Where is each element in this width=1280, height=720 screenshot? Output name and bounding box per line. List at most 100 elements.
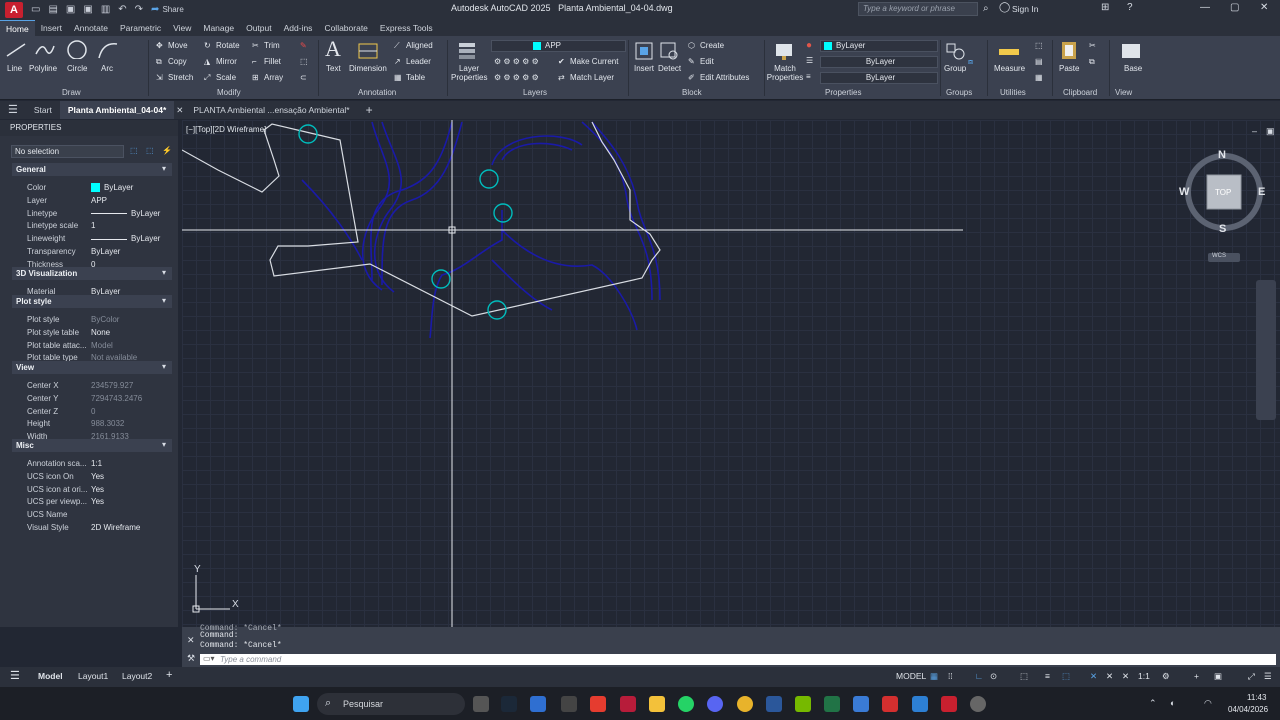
block-panel-title[interactable]: Block	[682, 88, 702, 97]
menu-icon[interactable]: ☰	[0, 101, 26, 119]
edit-attributes-button[interactable]: ✐ Edit Attributes	[688, 73, 749, 82]
layer-tools-row2[interactable]: ⚙ ⚙ ⚙ ⚙ ⚙	[494, 73, 539, 82]
customize-status-icon[interactable]: ☰	[1264, 671, 1272, 682]
property-value[interactable]: 2D Wireframe	[91, 521, 140, 534]
property-row[interactable]: Annotation sca... 1:1	[12, 457, 172, 470]
layer-dropdown[interactable]: APP	[491, 40, 626, 52]
tab-add-ins[interactable]: Add-ins	[278, 20, 319, 36]
app-blue2-icon[interactable]	[912, 696, 928, 712]
viewcube-west[interactable]: W	[1179, 186, 1189, 198]
wcs-menu[interactable]: WCS	[1212, 253, 1226, 259]
trim-button[interactable]: ✂ Trim	[252, 41, 280, 50]
erase-icon[interactable]: ✎	[300, 41, 307, 50]
clock-date[interactable]: 04/04/2026	[1228, 705, 1268, 714]
scale-button[interactable]: ⤢ Scale	[204, 73, 236, 82]
lineweight-toggle-icon[interactable]: ≡	[1045, 671, 1050, 681]
copilot-icon[interactable]	[530, 696, 546, 712]
viewcube-south[interactable]: S	[1219, 223, 1226, 235]
property-value-wrap[interactable]: ByLayer	[91, 181, 133, 194]
fillet-button[interactable]: ⌐ Fillet	[252, 57, 281, 66]
section-viz[interactable]: 3D Visualization	[12, 267, 172, 280]
selection-cycling-icon[interactable]: ⬚	[1062, 671, 1070, 682]
section-general[interactable]: General	[12, 163, 172, 176]
model-tab[interactable]: Model	[38, 671, 63, 681]
tab-home[interactable]: Home	[0, 20, 35, 36]
layout-menu-icon[interactable]: ☰	[10, 669, 20, 682]
tab-annotate[interactable]: Annotate	[68, 20, 114, 36]
tab-express-tools[interactable]: Express Tools	[374, 20, 439, 36]
share-button[interactable]: Share	[162, 5, 183, 14]
app-blue-icon[interactable]	[853, 696, 869, 712]
rotate-button[interactable]: ↻ Rotate	[204, 41, 240, 50]
group-button[interactable]: Group	[944, 64, 966, 73]
layer-tools-row1[interactable]: ⚙ ⚙ ⚙ ⚙ ⚙	[494, 57, 539, 66]
explode-icon[interactable]: ⬚	[300, 57, 308, 66]
property-value[interactable]: ByColor	[91, 313, 119, 326]
close-tab-icon[interactable]: ✕	[174, 101, 185, 119]
insert-button[interactable]: Insert	[634, 64, 654, 73]
wifi-icon[interactable]: ◠	[1204, 698, 1212, 709]
property-value[interactable]: ByLayer	[91, 245, 120, 258]
detect-button[interactable]: Detect	[658, 64, 681, 73]
maximize-icon[interactable]: ▢	[1230, 2, 1239, 13]
calculator-icon[interactable]: ▤	[1035, 57, 1043, 66]
model-space-button[interactable]: MODEL	[896, 671, 926, 681]
snap-icon[interactable]: ⁞⁞	[948, 671, 953, 681]
modify-panel-title[interactable]: Modify	[217, 88, 241, 97]
add-layout-icon[interactable]: +	[166, 669, 172, 681]
excel-icon[interactable]	[824, 696, 840, 712]
ungroup-icon[interactable]: ⧈	[968, 57, 973, 67]
windows-start-icon[interactable]	[293, 696, 309, 712]
plus-icon[interactable]: +	[1194, 671, 1199, 681]
collapse-plot-icon[interactable]: ▾	[162, 296, 166, 305]
property-value-wrap[interactable]: ByLayer	[91, 232, 160, 245]
edit-block-button[interactable]: ✎ Edit	[688, 57, 714, 66]
file-explorer-icon[interactable]	[649, 696, 665, 712]
task-view-icon[interactable]	[473, 696, 489, 712]
annotation-autoscale-icon[interactable]: ✕	[1106, 671, 1113, 682]
property-row[interactable]: UCS per viewp... Yes	[12, 495, 172, 508]
property-value[interactable]: Yes	[91, 495, 104, 508]
viewcube-east[interactable]: E	[1258, 186, 1265, 198]
id-point-icon[interactable]: ▦	[1035, 73, 1043, 82]
app-gray-icon[interactable]	[970, 696, 986, 712]
polyline-button[interactable]: Polyline	[29, 64, 57, 73]
layers-panel-title[interactable]: Layers	[523, 88, 547, 97]
layout2-tab[interactable]: Layout2	[122, 671, 152, 681]
property-value[interactable]: APP	[91, 194, 107, 207]
measure-button[interactable]: Measure	[994, 64, 1025, 73]
property-row[interactable]: Transparency ByLayer	[12, 245, 172, 258]
cart-icon[interactable]: ⊞	[1101, 2, 1109, 13]
stretch-button[interactable]: ⇲ Stretch	[156, 73, 193, 82]
view-panel-title[interactable]: View	[1115, 88, 1132, 97]
make-current-button[interactable]: ✔ Make Current	[558, 57, 618, 66]
color-dropdown[interactable]: ByLayer	[820, 40, 938, 52]
property-row[interactable]: Plot style ByColor	[12, 313, 172, 326]
quick-select-icon[interactable]: ⚡	[162, 146, 172, 155]
utilities-panel-title[interactable]: Utilities	[1000, 88, 1026, 97]
annotation-scale-icon[interactable]: ✕	[1122, 671, 1129, 682]
polar-icon[interactable]: ⊙	[990, 671, 997, 682]
help-icon[interactable]: ?	[1127, 2, 1133, 13]
property-row[interactable]: Color ByLayer	[12, 181, 172, 194]
property-row[interactable]: Center Z 0	[12, 405, 172, 418]
word-icon[interactable]	[766, 696, 782, 712]
arc-button[interactable]: Arc	[101, 64, 113, 73]
tab-planta-compensacao[interactable]: PLANTA Ambiental ...ensação Ambiental*	[185, 101, 357, 119]
collapse-viz-icon[interactable]: ▾	[162, 268, 166, 277]
linetype-dropdown[interactable]: ByLayer	[820, 56, 938, 68]
minimize-icon[interactable]: —	[1200, 2, 1210, 13]
section-plot[interactable]: Plot style	[12, 295, 172, 308]
command-close-icon[interactable]: ✕	[187, 635, 195, 646]
text-button[interactable]: Text	[326, 64, 341, 73]
collapse-view-icon[interactable]: ▾	[162, 362, 166, 371]
tray-chevron-icon[interactable]: ⌃	[1149, 698, 1157, 709]
new-tab-icon[interactable]: +	[358, 101, 381, 119]
copy-clip-icon[interactable]: ⧉	[1089, 57, 1095, 67]
grid-icon[interactable]: ▦	[930, 671, 938, 682]
move-button[interactable]: ✥ Move	[156, 41, 188, 50]
whatsapp-icon[interactable]	[678, 696, 694, 712]
ortho-icon[interactable]: ∟	[975, 671, 983, 681]
property-row[interactable]: Height 988.3032	[12, 417, 172, 430]
property-row[interactable]: Linetype scale 1	[12, 219, 172, 232]
